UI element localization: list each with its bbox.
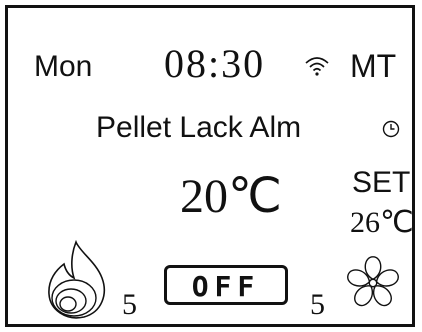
- set-temperature-label: SET: [352, 166, 411, 199]
- fan-icon: [347, 256, 399, 307]
- flame-icon: [48, 240, 106, 319]
- wifi-icon: [305, 57, 329, 76]
- room-temperature: 20℃: [180, 170, 282, 223]
- fan-level-value: 5: [310, 288, 325, 321]
- set-temperature-value: 26℃: [350, 206, 414, 239]
- flame-level-value: 5: [122, 288, 137, 321]
- power-button-label: OFF: [191, 270, 261, 303]
- controller-display: Mon 08:30 MT Pellet Lack Alm 20℃ SET 26℃…: [5, 5, 415, 327]
- clock-time: 08:30: [164, 41, 266, 86]
- power-button[interactable]: OFF: [164, 265, 288, 305]
- alarm-message: Pellet Lack Alm: [96, 111, 302, 144]
- day-label: Mon: [34, 50, 93, 83]
- mode-label: MT: [350, 48, 397, 84]
- clock-icon: [382, 120, 400, 138]
